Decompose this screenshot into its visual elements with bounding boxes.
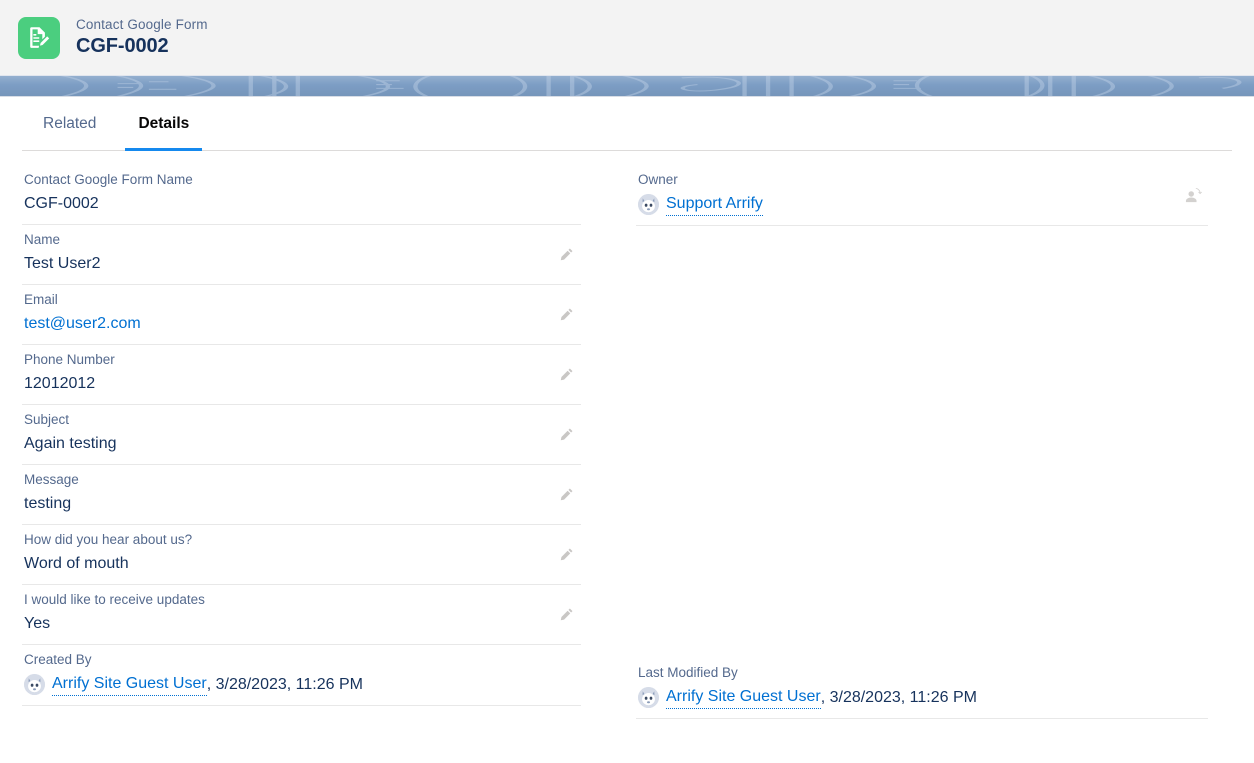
field-label: Message bbox=[24, 472, 79, 487]
field-value: Yes bbox=[24, 615, 51, 632]
tab-details-label: Details bbox=[138, 115, 190, 132]
email-link[interactable]: test@user2.com bbox=[24, 313, 141, 335]
field-owner: Owner Support Arrify bbox=[636, 165, 1208, 226]
edit-message-button[interactable] bbox=[553, 482, 579, 508]
pencil-icon bbox=[560, 248, 572, 261]
created-by-user-link[interactable]: Arrify Site Guest User bbox=[52, 673, 207, 696]
last-modified-by-timestamp: , 3/28/2023, 11:26 PM bbox=[820, 688, 977, 706]
record-header: Contact Google Form CGF-0002 bbox=[0, 0, 1254, 76]
field-message: Message testing bbox=[22, 465, 581, 525]
field-label: I would like to receive updates bbox=[24, 592, 205, 607]
change-owner-icon bbox=[1185, 187, 1202, 202]
edit-email-button[interactable] bbox=[553, 302, 579, 328]
edit-phone-number-button[interactable] bbox=[553, 362, 579, 388]
field-label: Created By bbox=[24, 652, 92, 667]
record-tab-bar: Related Details bbox=[0, 97, 1254, 151]
last-modified-by-user-link[interactable]: Arrify Site Guest User bbox=[666, 686, 821, 709]
field-value: Arrify Site Guest User , 3/28/2023, 11:2… bbox=[638, 686, 1204, 709]
pencil-icon bbox=[560, 488, 572, 501]
user-avatar-icon bbox=[24, 674, 45, 695]
change-owner-button[interactable] bbox=[1180, 182, 1206, 208]
details-right-column: Owner Support Arrify Last Modified By Ar… bbox=[627, 165, 1232, 719]
field-value: CGF-0002 bbox=[24, 195, 99, 212]
record-type-label: Contact Google Form bbox=[76, 17, 208, 33]
field-label: Phone Number bbox=[24, 352, 115, 367]
pencil-icon bbox=[560, 368, 572, 381]
field-label: Email bbox=[24, 292, 58, 307]
pencil-icon bbox=[560, 428, 572, 441]
field-label: Owner bbox=[638, 172, 678, 187]
field-label: How did you hear about us? bbox=[24, 532, 193, 547]
field-label: Contact Google Form Name bbox=[24, 172, 193, 187]
header-titles: Contact Google Form CGF-0002 bbox=[76, 17, 208, 58]
decorative-banner bbox=[0, 76, 1254, 97]
field-name: Name Test User2 bbox=[22, 225, 581, 285]
field-email: Email test@user2.com bbox=[22, 285, 581, 345]
field-value: 12012012 bbox=[24, 375, 96, 392]
field-label: Subject bbox=[24, 412, 70, 427]
tab-related[interactable]: Related bbox=[22, 97, 117, 151]
google-form-record-icon bbox=[18, 16, 60, 59]
field-value: test@user2.com bbox=[24, 313, 547, 335]
field-how-did-you-hear-about-us: How did you hear about us? Word of mouth bbox=[22, 525, 581, 585]
field-label: Last Modified By bbox=[638, 665, 738, 680]
field-receive-updates: I would like to receive updates Yes bbox=[22, 585, 581, 645]
details-panel: Contact Google Form Name CGF-0002 Name T… bbox=[0, 151, 1254, 719]
field-value: Test User2 bbox=[24, 255, 101, 272]
field-last-modified-by: Last Modified By Arrify Site Guest User … bbox=[636, 658, 1208, 719]
page-title: CGF-0002 bbox=[76, 34, 169, 57]
details-left-column: Contact Google Form Name CGF-0002 Name T… bbox=[22, 165, 627, 706]
field-value: Support Arrify bbox=[638, 193, 1174, 216]
owner-user-link[interactable]: Support Arrify bbox=[666, 193, 763, 216]
edit-receive-updates-button[interactable] bbox=[553, 602, 579, 628]
field-label: Name bbox=[24, 232, 61, 247]
field-phone-number: Phone Number 12012012 bbox=[22, 345, 581, 405]
field-value: Word of mouth bbox=[24, 555, 129, 572]
field-value: Again testing bbox=[24, 435, 117, 452]
field-value: Arrify Site Guest User , 3/28/2023, 11:2… bbox=[24, 673, 577, 696]
tab-related-label: Related bbox=[43, 115, 97, 132]
edit-how-did-you-hear-about-us-button[interactable] bbox=[553, 542, 579, 568]
field-created-by: Created By Arrify Site Guest User , 3/28… bbox=[22, 645, 581, 706]
edit-name-button[interactable] bbox=[553, 242, 579, 268]
field-value: testing bbox=[24, 495, 72, 512]
pencil-icon bbox=[560, 548, 572, 561]
field-contact-google-form-name: Contact Google Form Name CGF-0002 bbox=[22, 165, 581, 225]
tab-details[interactable]: Details bbox=[117, 97, 210, 151]
field-subject: Subject Again testing bbox=[22, 405, 581, 465]
user-avatar-icon bbox=[638, 687, 659, 708]
edit-subject-button[interactable] bbox=[553, 422, 579, 448]
banner-pattern bbox=[59, 76, 1242, 96]
pencil-icon bbox=[560, 308, 572, 321]
pencil-icon bbox=[560, 608, 572, 621]
user-avatar-icon bbox=[638, 194, 659, 215]
created-by-timestamp: , 3/28/2023, 11:26 PM bbox=[206, 675, 363, 693]
